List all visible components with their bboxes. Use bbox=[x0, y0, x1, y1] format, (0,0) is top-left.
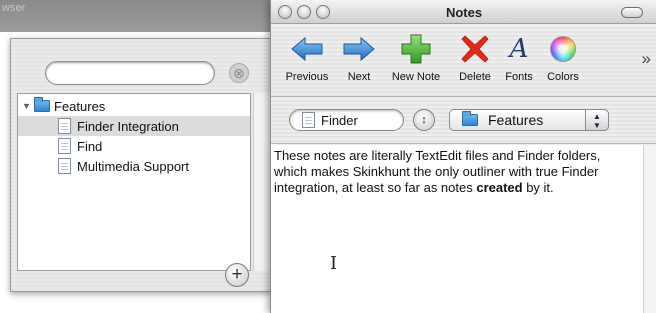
path-field-label: Finder bbox=[321, 112, 358, 128]
plus-icon: + bbox=[231, 264, 243, 285]
outline-folder-row[interactable]: ▼ Features bbox=[18, 96, 250, 116]
delete-label: Delete bbox=[459, 71, 491, 83]
screen: wser ⊗ ▼ Features Finder Integration Fin… bbox=[0, 0, 656, 313]
folder-popup-label: Features bbox=[488, 112, 544, 128]
document-icon bbox=[58, 118, 71, 134]
path-field[interactable]: Finder bbox=[289, 109, 404, 131]
next-label: Next bbox=[347, 71, 371, 83]
arrow-left-icon bbox=[291, 36, 323, 62]
titlebar[interactable]: Notes bbox=[271, 0, 656, 24]
outline-item[interactable]: Find bbox=[18, 136, 250, 156]
background-window-titlebar[interactable]: wser bbox=[0, 0, 270, 32]
add-note-button[interactable]: + bbox=[225, 263, 249, 287]
clear-search-icon[interactable]: ⊗ bbox=[229, 63, 249, 83]
font-icon: A bbox=[509, 34, 529, 64]
folder-icon bbox=[34, 97, 50, 112]
toolbar-overflow-button[interactable]: » bbox=[642, 49, 651, 69]
new-note-label: New Note bbox=[391, 71, 441, 83]
folder-popup-button[interactable]: Features ▲ ▼ bbox=[449, 109, 609, 131]
outline-list[interactable]: ▼ Features Finder Integration Find Multi… bbox=[17, 93, 251, 271]
colors-button[interactable]: Colors bbox=[541, 29, 585, 83]
previous-button[interactable]: Previous bbox=[279, 29, 335, 83]
stepper-arrows-icon: ↕ bbox=[421, 114, 427, 126]
plus-icon bbox=[401, 34, 431, 64]
note-text-area[interactable]: These notes are literally TextEdit files… bbox=[271, 145, 643, 313]
new-note-button[interactable]: New Note bbox=[383, 29, 449, 83]
document-icon bbox=[302, 112, 315, 128]
text-cursor-icon: I bbox=[330, 253, 338, 274]
note-scrollbar[interactable] bbox=[643, 145, 656, 313]
outline-item-label: Finder Integration bbox=[77, 118, 179, 134]
toolbar-toggle-button[interactable] bbox=[621, 7, 643, 18]
arrow-right-icon bbox=[343, 36, 375, 62]
note-bold-word: created bbox=[476, 180, 523, 195]
note-body[interactable]: These notes are literally TextEdit files… bbox=[274, 148, 634, 196]
outline-item[interactable]: Finder Integration bbox=[18, 116, 250, 136]
colors-label: Colors bbox=[547, 71, 579, 83]
document-icon bbox=[58, 158, 71, 174]
search-input[interactable] bbox=[45, 61, 215, 85]
x-icon bbox=[461, 35, 489, 63]
outline-item[interactable]: Multimedia Support bbox=[18, 156, 250, 176]
toolbar: Previous Next New Note Delete A Fonts Co… bbox=[271, 25, 656, 97]
outline-item-label: Multimedia Support bbox=[77, 158, 189, 174]
background-window-title: wser bbox=[2, 2, 26, 14]
window-title: Notes bbox=[445, 5, 483, 20]
drawer-search: ⊗ bbox=[45, 61, 249, 87]
previous-label: Previous bbox=[285, 71, 329, 83]
popup-arrows-icon: ▲ ▼ bbox=[585, 109, 609, 131]
color-wheel-icon bbox=[550, 36, 576, 62]
notes-window: Notes Previous Next New Note Delete A Fo… bbox=[270, 0, 656, 313]
outline-drawer: ⊗ ▼ Features Finder Integration Find Mul… bbox=[10, 38, 272, 292]
up-down-stepper[interactable]: ↕ bbox=[413, 109, 435, 131]
folder-icon bbox=[462, 111, 478, 126]
note-text-after: by it. bbox=[522, 180, 554, 195]
outline-folder-label: Features bbox=[54, 98, 106, 114]
document-icon bbox=[58, 138, 71, 154]
next-button[interactable]: Next bbox=[339, 29, 379, 83]
outline-item-label: Find bbox=[77, 138, 103, 154]
navigation-bar: Finder ↕ Features ▲ ▼ bbox=[271, 98, 656, 144]
drawer-scrollbar[interactable] bbox=[253, 93, 271, 271]
fonts-button[interactable]: A Fonts bbox=[501, 29, 537, 83]
fonts-label: Fonts bbox=[505, 71, 533, 83]
delete-button[interactable]: Delete bbox=[453, 29, 497, 83]
disclosure-triangle-icon[interactable]: ▼ bbox=[22, 101, 32, 111]
